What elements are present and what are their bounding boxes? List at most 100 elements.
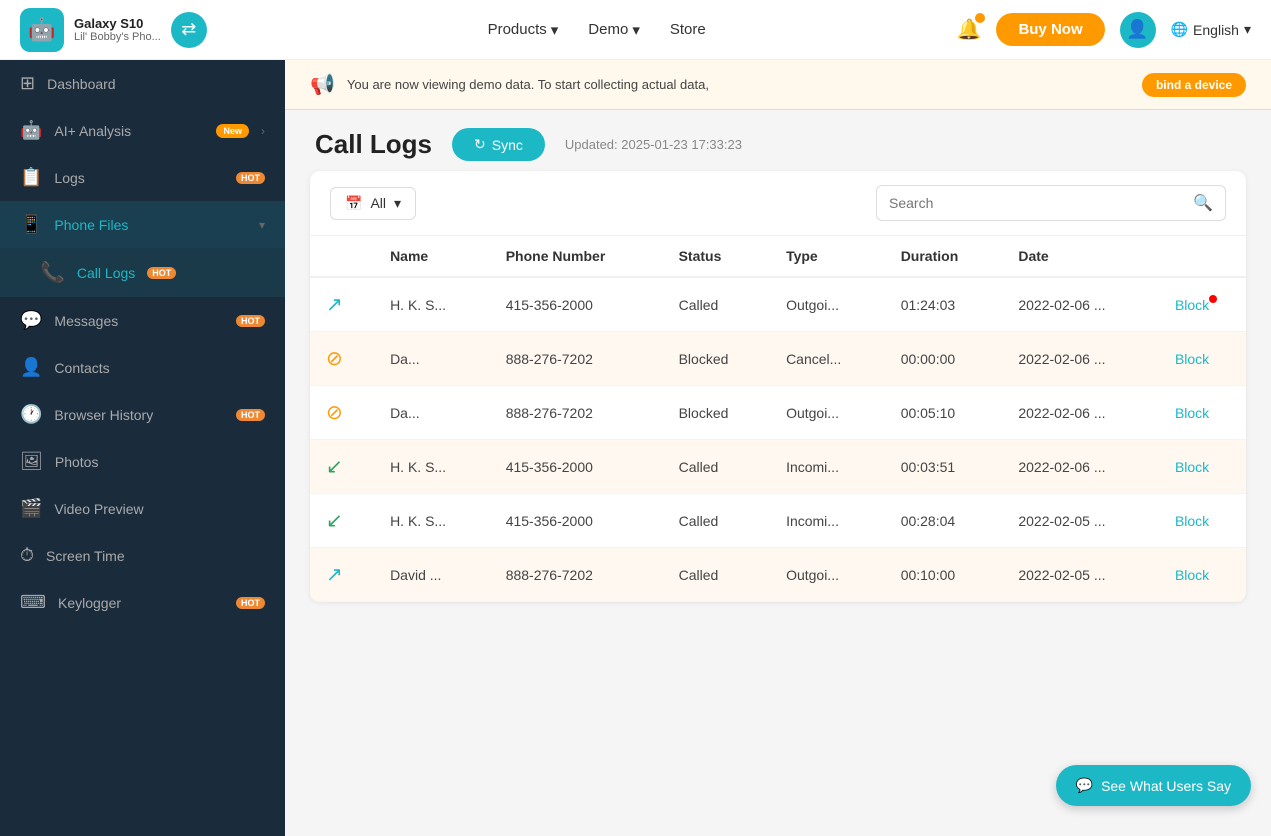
row-block[interactable]: Block (1159, 440, 1246, 494)
buy-now-button[interactable]: Buy Now (996, 13, 1104, 46)
row-status: Called (663, 277, 770, 332)
row-name: H. K. S... (374, 440, 490, 494)
phone-files-chevron-icon: ▾ (259, 218, 265, 232)
row-name: H. K. S... (374, 277, 490, 332)
row-date: 2022-02-06 ... (1002, 332, 1159, 386)
block-link[interactable]: Block (1175, 567, 1209, 583)
photos-icon: 🖼 (20, 451, 43, 472)
row-status: Blocked (663, 332, 770, 386)
block-link[interactable]: Block (1175, 405, 1209, 421)
switch-device-icon[interactable]: ⇄ (171, 12, 207, 48)
sidebar-item-contacts[interactable]: 👤 Contacts (0, 344, 285, 391)
row-type: Cancel... (770, 332, 885, 386)
row-name: David ... (374, 548, 490, 602)
row-block[interactable]: Block (1159, 277, 1246, 332)
nav-demo[interactable]: Demo ▾ (588, 21, 640, 39)
block-link[interactable]: Block (1175, 297, 1209, 313)
sidebar-item-call-logs[interactable]: 📞 Call Logs HOT (0, 248, 285, 297)
browser-history-label: Browser History (54, 407, 224, 423)
block-link[interactable]: Block (1175, 513, 1209, 529)
col-date: Date (1002, 236, 1159, 277)
search-icon: 🔍 (1193, 193, 1213, 213)
table-row: ⊘ Da... 888-276-7202 Blocked Cancel... 0… (310, 332, 1246, 386)
row-call-icon: ↗ (310, 277, 374, 332)
row-call-icon: ⊘ (310, 386, 374, 440)
sidebar-item-phone-files[interactable]: 📱 Phone Files ▾ (0, 201, 285, 248)
block-link[interactable]: Block (1175, 459, 1209, 475)
device-info-area: 🤖 Galaxy S10 Lil' Bobby's Pho... ⇄ (20, 8, 207, 52)
row-block[interactable]: Block (1159, 386, 1246, 440)
row-call-icon: ↙ (310, 494, 374, 548)
sidebar-item-dashboard[interactable]: ⊞ Dashboard (0, 60, 285, 107)
row-phone: 415-356-2000 (490, 277, 663, 332)
table-header: Name Phone Number Status Type Duration D… (310, 236, 1246, 277)
sidebar-item-ai-analysis[interactable]: 🤖 AI+ Analysis New › (0, 107, 285, 154)
col-action (1159, 236, 1246, 277)
table-row: ↗ H. K. S... 415-356-2000 Called Outgoi.… (310, 277, 1246, 332)
row-status: Called (663, 494, 770, 548)
row-duration: 01:24:03 (885, 277, 1003, 332)
search-box[interactable]: 🔍 (876, 185, 1226, 221)
notification-bell-icon[interactable]: 🔔 (957, 17, 982, 42)
ai-analysis-icon: 🤖 (20, 120, 42, 141)
ai-analysis-chevron-icon: › (261, 124, 265, 138)
sidebar-item-messages[interactable]: 💬 Messages HOT (0, 297, 285, 344)
call-logs-tbody: ↗ H. K. S... 415-356-2000 Called Outgoi.… (310, 277, 1246, 602)
search-input[interactable] (889, 195, 1185, 211)
row-type: Outgoi... (770, 386, 885, 440)
call-logs-table: Name Phone Number Status Type Duration D… (310, 236, 1246, 602)
filter-dropdown[interactable]: 📅 All ▾ (330, 187, 416, 220)
row-date: 2022-02-05 ... (1002, 494, 1159, 548)
row-call-icon: ↙ (310, 440, 374, 494)
dashboard-label: Dashboard (47, 76, 265, 92)
row-block[interactable]: Block (1159, 332, 1246, 386)
call-logs-table-container: 📅 All ▾ 🔍 Name Phone Number (310, 171, 1246, 602)
demo-chevron-icon: ▾ (632, 21, 640, 39)
page-header: Call Logs ↻ Sync Updated: 2025-01-23 17:… (285, 110, 1271, 171)
row-status: Called (663, 548, 770, 602)
nav-store[interactable]: Store (670, 21, 706, 38)
language-selector[interactable]: 🌐 English ▾ (1171, 21, 1251, 38)
browser-history-icon: 🕐 (20, 404, 42, 425)
col-name: Name (374, 236, 490, 277)
sidebar-item-screen-time[interactable]: ⏱ Screen Time (0, 532, 285, 579)
see-what-users-say-button[interactable]: 💬 See What Users Say (1056, 765, 1251, 806)
contacts-icon: 👤 (20, 357, 42, 378)
row-block[interactable]: Block (1159, 494, 1246, 548)
bind-device-button[interactable]: bind a device (1142, 73, 1246, 97)
row-type: Outgoi... (770, 548, 885, 602)
notification-badge (975, 13, 985, 23)
row-duration: 00:10:00 (885, 548, 1003, 602)
sidebar-item-photos[interactable]: 🖼 Photos (0, 438, 285, 485)
call-logs-icon: 📞 (40, 260, 65, 285)
col-phone: Phone Number (490, 236, 663, 277)
table-toolbar: 📅 All ▾ 🔍 (310, 171, 1246, 236)
dashboard-icon: ⊞ (20, 73, 35, 94)
block-link[interactable]: Block (1175, 351, 1209, 367)
messages-icon: 💬 (20, 310, 42, 331)
row-status: Blocked (663, 386, 770, 440)
sidebar-item-logs[interactable]: 📋 Logs HOT (0, 154, 285, 201)
nav-products[interactable]: Products ▾ (488, 21, 559, 39)
row-call-icon: ⊘ (310, 332, 374, 386)
video-preview-label: Video Preview (54, 501, 265, 517)
row-phone: 888-276-7202 (490, 332, 663, 386)
megaphone-icon: 📢 (310, 72, 335, 97)
call-logs-hot-badge: HOT (147, 267, 176, 279)
row-block[interactable]: Block (1159, 548, 1246, 602)
browser-history-hot-badge: HOT (236, 409, 265, 421)
row-name: Da... (374, 386, 490, 440)
feedback-label: See What Users Say (1101, 778, 1231, 794)
keylogger-label: Keylogger (58, 595, 224, 611)
keylogger-icon: ⌨ (20, 592, 46, 613)
sidebar-item-video-preview[interactable]: 🎬 Video Preview (0, 485, 285, 532)
table-scroll-area[interactable]: Name Phone Number Status Type Duration D… (310, 236, 1246, 602)
sidebar-item-browser-history[interactable]: 🕐 Browser History HOT (0, 391, 285, 438)
sidebar-item-keylogger[interactable]: ⌨ Keylogger HOT (0, 579, 285, 626)
updated-timestamp: Updated: 2025-01-23 17:33:23 (565, 137, 742, 152)
sync-button[interactable]: ↻ Sync (452, 128, 545, 161)
col-type: Type (770, 236, 885, 277)
demo-banner-text: You are now viewing demo data. To start … (347, 77, 1130, 92)
user-avatar-icon[interactable]: 👤 (1120, 12, 1156, 48)
phone-files-label: Phone Files (54, 217, 247, 233)
